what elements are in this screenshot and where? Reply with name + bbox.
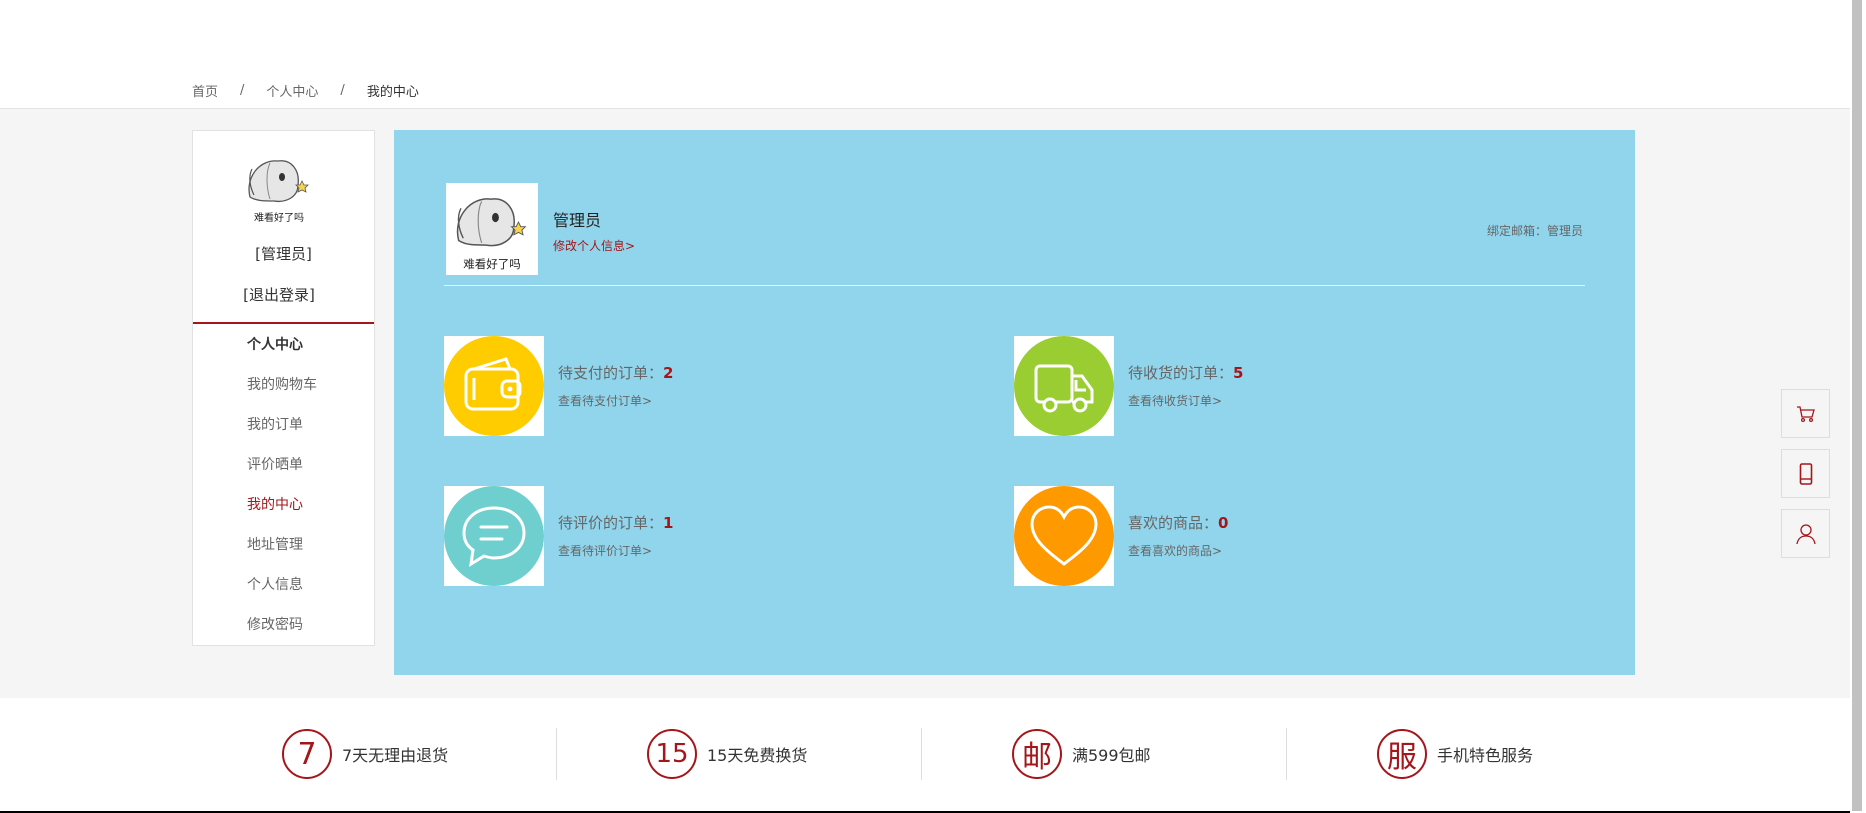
stat-label: 喜欢的商品：0 xyxy=(1128,512,1228,533)
sidebar-item-my-center[interactable]: 我的中心 xyxy=(193,485,374,525)
heart-icon xyxy=(1014,486,1114,586)
sidebar-item-password[interactable]: 修改密码 xyxy=(193,605,374,645)
stat-link[interactable]: 查看待评价订单> xyxy=(558,542,652,559)
bound-email: 绑定邮箱：管理员 xyxy=(1487,222,1583,239)
sidebar-item-orders[interactable]: 我的订单 xyxy=(193,405,374,445)
email-label: 绑定邮箱： xyxy=(1486,224,1547,238)
exchange-icon: 15 xyxy=(647,729,697,779)
service-exchange: 15 15天免费换货 xyxy=(647,728,807,780)
phone-tool-button[interactable] xyxy=(1781,449,1830,498)
edit-profile-link[interactable]: 修改个人信息> xyxy=(553,237,635,254)
sidebar-item-personal-center[interactable]: 个人中心 xyxy=(193,325,374,365)
breadcrumb: 首页 / 个人中心 / 我的中心 xyxy=(192,80,419,100)
service-text: 满599包邮 xyxy=(1072,746,1151,765)
breadcrumb-current: 我的中心 xyxy=(366,84,419,100)
stat-label-text: 喜欢的商品： xyxy=(1128,514,1219,532)
truck-icon xyxy=(1014,336,1114,436)
sidebar-item-reviews[interactable]: 评价晒单 xyxy=(193,445,374,485)
service-return: 7 7天无理由退货 xyxy=(282,728,448,780)
scrollbar[interactable] xyxy=(1850,0,1866,813)
breadcrumb-separator: / xyxy=(340,82,345,98)
main-panel: 难看好了吗 管理员 修改个人信息> 绑定邮箱：管理员 待支付的订单：2 查看待支… xyxy=(394,130,1635,675)
email-value: 管理员 xyxy=(1546,224,1583,238)
sidebar-item-address[interactable]: 地址管理 xyxy=(193,525,374,565)
stat-count: 1 xyxy=(663,514,674,532)
avatar-caption: 难看好了吗 xyxy=(254,211,304,224)
cart-icon xyxy=(1796,405,1815,422)
divider xyxy=(556,728,557,780)
hamster-avatar: 难看好了吗 xyxy=(248,160,309,224)
stat-label: 待支付的订单：2 xyxy=(558,362,673,383)
breadcrumb-home[interactable]: 首页 xyxy=(192,81,218,100)
stat-link[interactable]: 查看待支付订单> xyxy=(558,392,652,409)
service-text: 15天免费换货 xyxy=(707,746,808,765)
stat-count: 5 xyxy=(1233,364,1244,382)
stat-count: 0 xyxy=(1218,514,1229,532)
sidebar-menu: 个人中心 我的购物车 我的订单 评价晒单 我的中心 地址管理 个人信息 修改密码 xyxy=(193,325,374,645)
divider xyxy=(921,728,922,780)
service-text: 7天无理由退货 xyxy=(342,746,449,765)
sidebar-item-profile[interactable]: 个人信息 xyxy=(193,565,374,605)
stat-label-text: 待评价的订单： xyxy=(558,514,664,532)
stat-label: 待收货的订单：5 xyxy=(1128,362,1243,383)
stat-label-text: 待支付的订单： xyxy=(558,364,664,382)
hamster-avatar: 难看好了吗 xyxy=(456,198,527,271)
mail-icon: 邮 xyxy=(1012,729,1062,779)
stat-count: 2 xyxy=(663,364,674,382)
stat-link[interactable]: 查看待收货订单> xyxy=(1128,392,1222,409)
chat-icon xyxy=(444,486,544,586)
sidebar-item-cart[interactable]: 我的购物车 xyxy=(193,365,374,405)
user-box: 难看好了吗 [管理员] [退出登录] xyxy=(193,131,374,324)
wallet-icon xyxy=(444,336,544,436)
stat-label-text: 待收货的订单： xyxy=(1128,364,1234,382)
sidebar-username: [管理员] xyxy=(255,245,312,263)
service-icon: 服 xyxy=(1377,729,1427,779)
profile-avatar: 难看好了吗 xyxy=(446,183,538,275)
footer-services xyxy=(0,698,1850,813)
divider xyxy=(1286,728,1287,780)
service-mobile: 服 手机特色服务 xyxy=(1377,728,1533,780)
logout-link[interactable]: [退出登录] xyxy=(193,284,365,305)
service-text: 手机特色服务 xyxy=(1437,746,1534,765)
user-tool-button[interactable] xyxy=(1781,509,1830,558)
return-icon: 7 xyxy=(282,729,332,779)
breadcrumb-center[interactable]: 个人中心 xyxy=(266,81,318,100)
cart-tool-button[interactable] xyxy=(1781,389,1830,438)
stat-link[interactable]: 查看喜欢的商品> xyxy=(1128,542,1222,559)
sidebar: 难看好了吗 [管理员] [退出登录] 个人中心 我的购物车 我的订单 评价晒单 … xyxy=(192,130,375,646)
scrollbar-thumb[interactable] xyxy=(1852,0,1862,811)
user-icon xyxy=(1795,523,1816,544)
phone-icon xyxy=(1799,462,1812,485)
divider xyxy=(444,285,1585,286)
service-shipping: 邮 满599包邮 xyxy=(1012,728,1151,780)
profile-name: 管理员 xyxy=(553,211,602,230)
breadcrumb-separator: / xyxy=(240,82,245,98)
avatar-caption: 难看好了吗 xyxy=(463,257,521,271)
stat-label: 待评价的订单：1 xyxy=(558,512,673,533)
